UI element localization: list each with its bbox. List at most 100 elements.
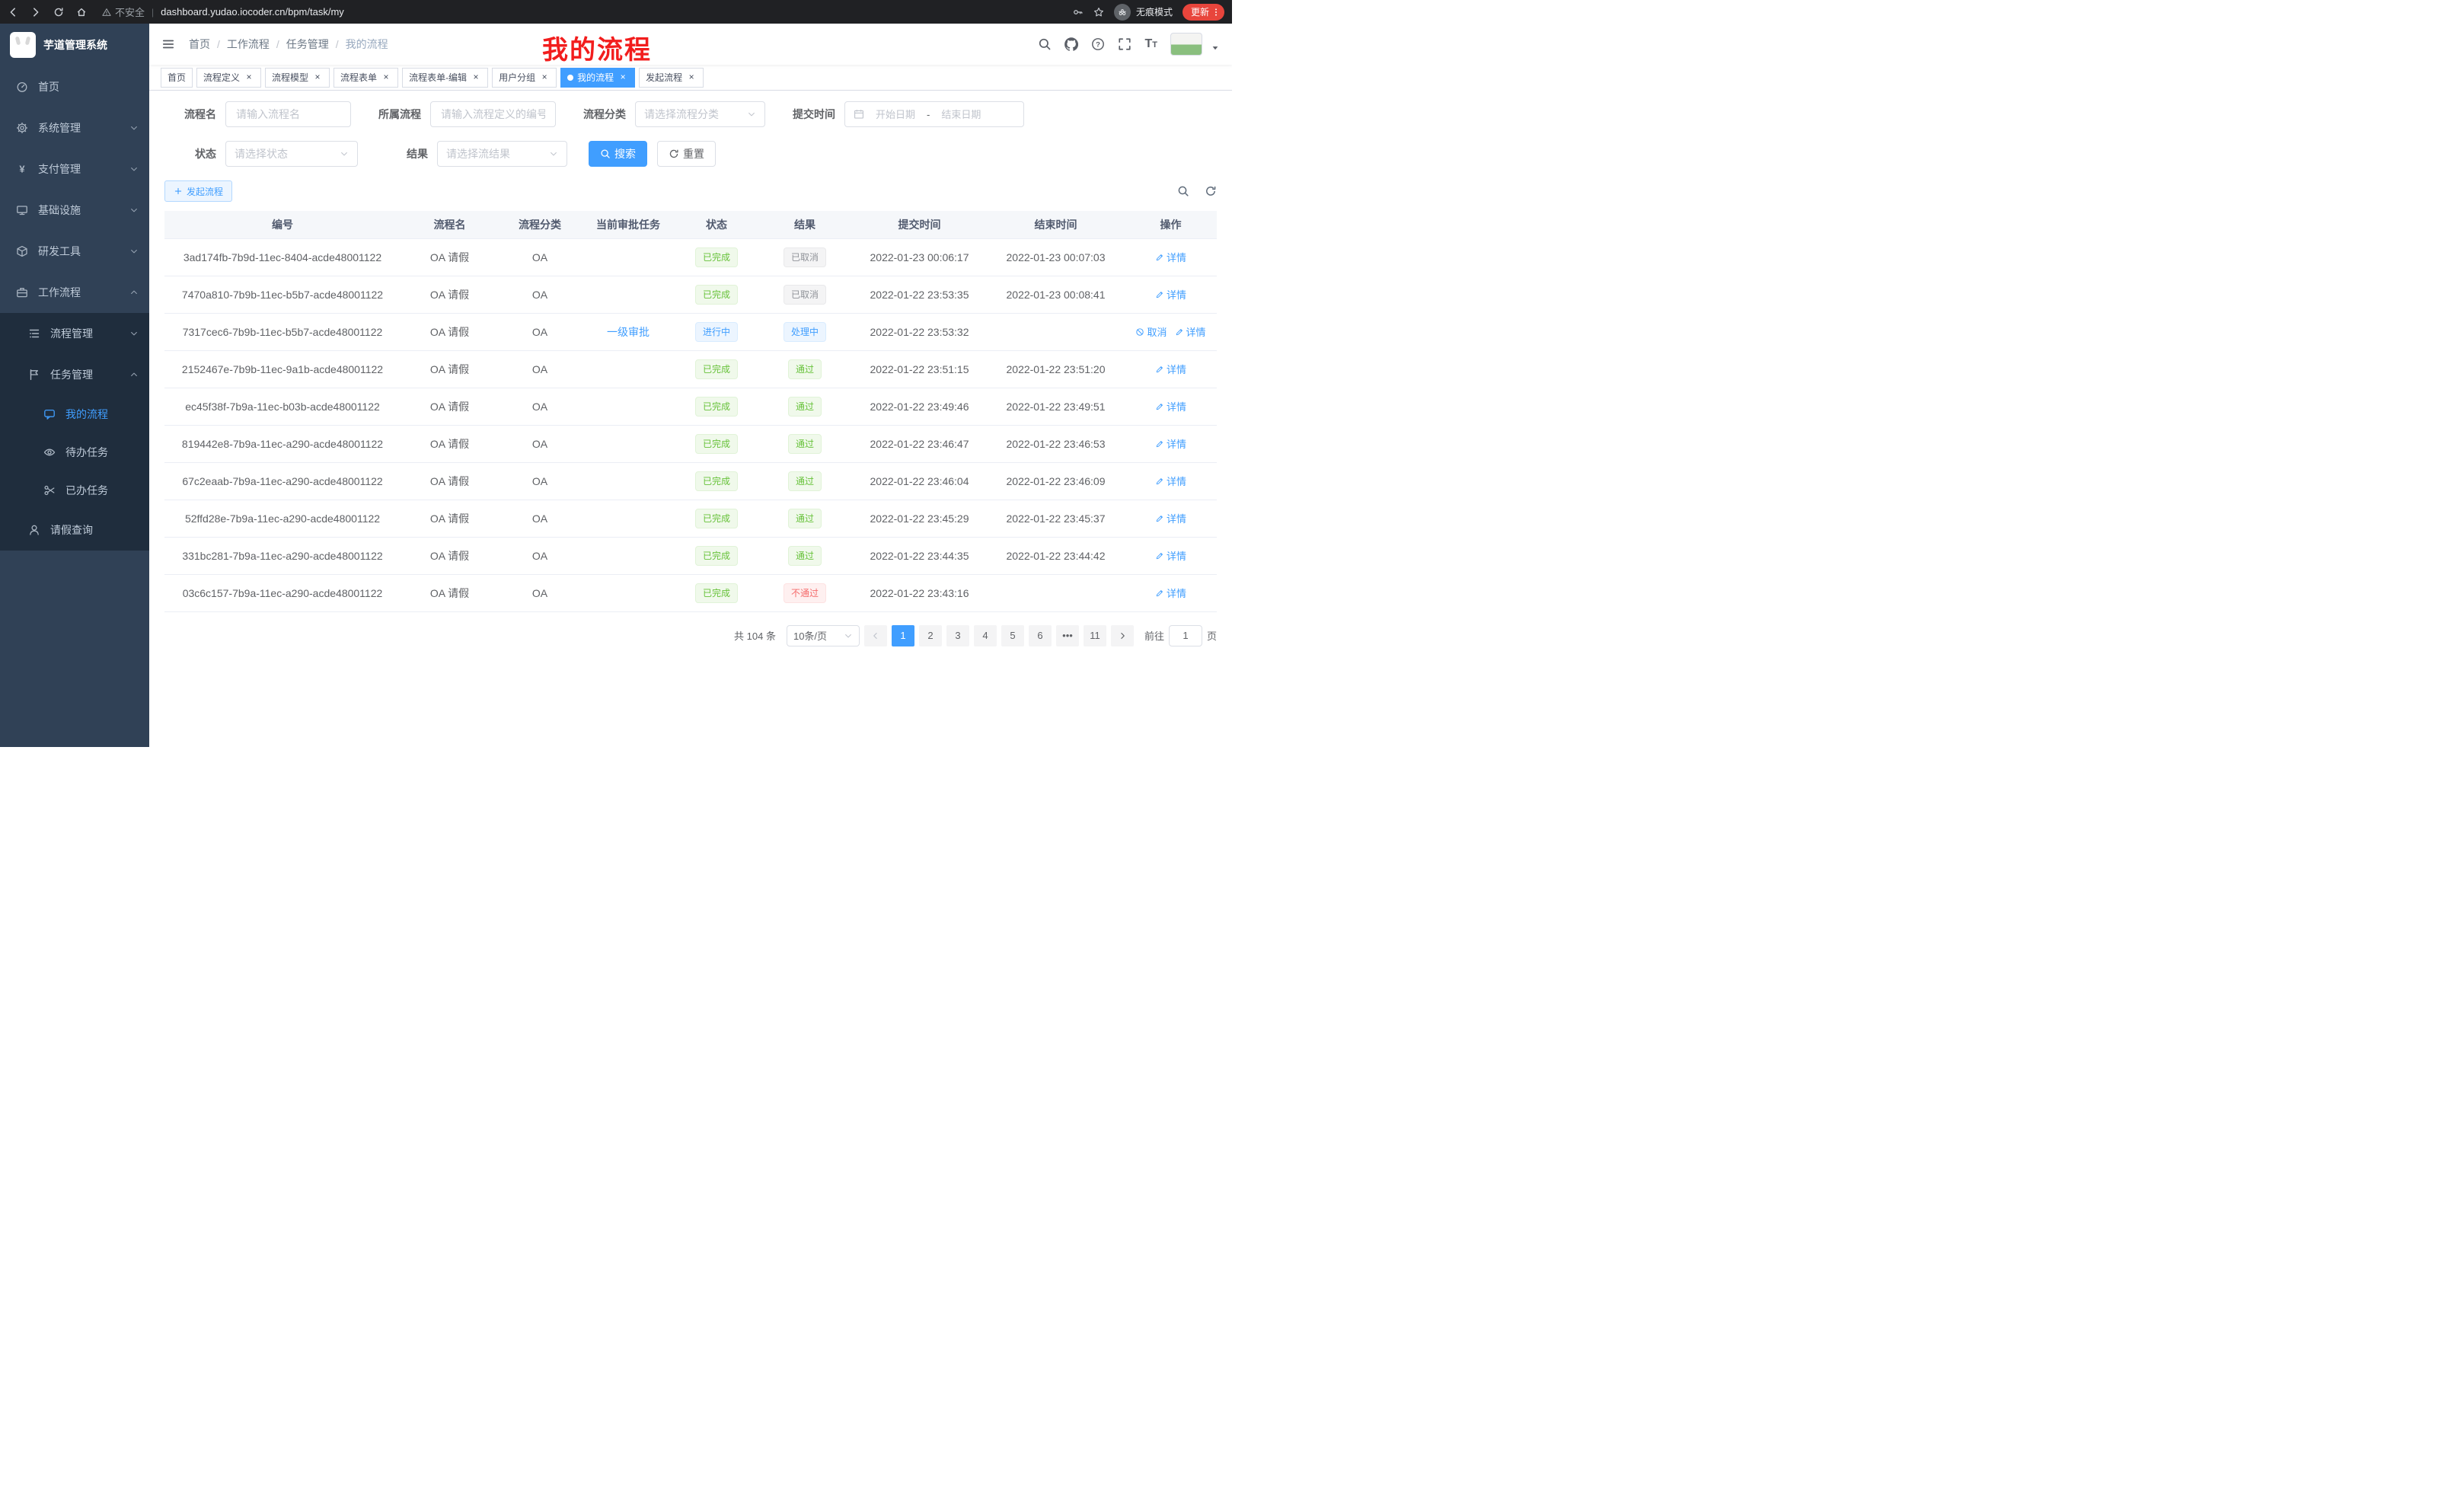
ban-icon <box>1135 327 1144 337</box>
cancel-link[interactable]: 取消 <box>1135 324 1167 339</box>
page-button[interactable]: 2 <box>919 625 942 646</box>
chevron-down-icon <box>340 149 349 158</box>
detail-link[interactable]: 详情 <box>1175 324 1206 339</box>
back-icon[interactable] <box>8 7 18 18</box>
detail-link[interactable]: 详情 <box>1155 586 1186 600</box>
page-button[interactable]: 3 <box>946 625 969 646</box>
browser-right: 无痕模式 更新 <box>1073 4 1224 21</box>
tab-process-form[interactable]: 流程表单× <box>334 68 398 88</box>
detail-link[interactable]: 详情 <box>1155 287 1186 302</box>
filter-row-2: 状态 请选择状态 结果 请选择流结果 <box>164 141 1217 167</box>
search-icon[interactable] <box>1038 37 1052 51</box>
github-icon[interactable] <box>1064 37 1078 51</box>
avatar[interactable] <box>1170 33 1202 56</box>
toggle-search-icon[interactable] <box>1177 185 1189 197</box>
table-row: 7317cec6-7b9b-11ec-b5b7-acde48001122 OA … <box>164 313 1217 350</box>
flag-icon <box>27 369 41 381</box>
date-range-picker[interactable]: - <box>844 101 1024 127</box>
close-icon[interactable]: × <box>471 72 481 83</box>
fullscreen-icon[interactable] <box>1118 37 1131 51</box>
tab-user-group[interactable]: 用户分组× <box>492 68 557 88</box>
prev-page-button[interactable] <box>864 625 887 646</box>
table-header-row: 编号 流程名 流程分类 当前审批任务 状态 结果 提交时间 结束时间 操作 <box>164 211 1217 238</box>
search-button[interactable]: 搜索 <box>589 141 647 167</box>
result-tag: 不通过 <box>784 583 826 603</box>
table-row: 03c6c157-7b9a-11ec-a290-acde48001122 OA … <box>164 574 1217 611</box>
status-select[interactable]: 请选择状态 <box>225 141 358 167</box>
hamburger-icon[interactable] <box>161 37 175 51</box>
sidebar-item-infrastructure[interactable]: 基础设施 <box>0 190 149 231</box>
address-bar[interactable]: 不安全 | dashboard.yudao.iocoder.cn/bpm/tas… <box>102 5 1073 19</box>
detail-link[interactable]: 详情 <box>1155 511 1186 525</box>
detail-link[interactable]: 详情 <box>1155 548 1186 563</box>
tab-home[interactable]: 首页 <box>161 68 193 88</box>
close-icon[interactable]: × <box>539 72 550 83</box>
detail-link[interactable]: 详情 <box>1155 474 1186 488</box>
breadcrumb-home[interactable]: 首页 <box>189 37 210 52</box>
tabs-bar: 首页 流程定义× 流程模型× 流程表单× 流程表单-编辑× 用户分组× 我的流程… <box>149 65 1232 91</box>
close-icon[interactable]: × <box>618 72 628 83</box>
help-icon[interactable] <box>1091 37 1105 51</box>
tab-process-form-edit[interactable]: 流程表单-编辑× <box>402 68 488 88</box>
update-button[interactable]: 更新 <box>1183 4 1224 21</box>
end-date-input <box>934 108 988 121</box>
star-icon[interactable] <box>1093 7 1104 18</box>
tab-process-definition[interactable]: 流程定义× <box>196 68 261 88</box>
breadcrumb-workflow[interactable]: 工作流程 <box>227 37 270 52</box>
table-row: 52ffd28e-7b9a-11ec-a290-acde48001122 OA … <box>164 500 1217 537</box>
start-process-button[interactable]: 发起流程 <box>164 180 232 202</box>
user-icon <box>27 524 41 536</box>
close-icon[interactable]: × <box>381 72 391 83</box>
status-tag: 已完成 <box>695 471 738 491</box>
key-icon[interactable] <box>1073 7 1084 18</box>
page-button[interactable]: 6 <box>1029 625 1052 646</box>
process-def-input[interactable] <box>430 101 556 127</box>
home-icon[interactable] <box>76 7 87 18</box>
tab-my-process[interactable]: 我的流程× <box>560 68 635 88</box>
tab-process-model[interactable]: 流程模型× <box>265 68 330 88</box>
next-page-button[interactable] <box>1111 625 1134 646</box>
sidebar-item-leave-query[interactable]: 请假查询 <box>0 509 149 551</box>
current-task-link[interactable]: 一级审批 <box>607 324 650 340</box>
close-icon[interactable]: × <box>312 72 323 83</box>
sidebar-item-process-management[interactable]: 流程管理 <box>0 313 149 354</box>
process-name-input[interactable] <box>225 101 351 127</box>
sidebar-item-done-tasks[interactable]: 已办任务 <box>0 471 149 509</box>
detail-link[interactable]: 详情 <box>1155 399 1186 413</box>
detail-link[interactable]: 详情 <box>1155 250 1186 264</box>
more-pages-button[interactable]: ••• <box>1056 625 1079 646</box>
result-select[interactable]: 请选择流结果 <box>437 141 567 167</box>
column-header: 状态 <box>675 211 758 238</box>
sidebar-item-task-management[interactable]: 任务管理 <box>0 354 149 395</box>
close-icon[interactable]: × <box>686 72 697 83</box>
font-size-icon[interactable]: TT <box>1144 38 1157 50</box>
page-button[interactable]: 4 <box>974 625 997 646</box>
caret-down-icon[interactable] <box>1211 43 1220 53</box>
tab-start-process[interactable]: 发起流程× <box>639 68 704 88</box>
close-icon[interactable]: × <box>244 72 254 83</box>
browser-menu-icon[interactable] <box>1211 8 1221 17</box>
page-size-select[interactable]: 10条/页 <box>787 625 860 646</box>
refresh-icon[interactable] <box>1205 185 1217 197</box>
sidebar-item-workflow[interactable]: 工作流程 <box>0 272 149 313</box>
goto-page-input[interactable] <box>1169 625 1202 646</box>
sidebar-item-payment[interactable]: 支付管理 <box>0 148 149 190</box>
sidebar-item-devtools[interactable]: 研发工具 <box>0 231 149 272</box>
sidebar-item-todo-tasks[interactable]: 待办任务 <box>0 433 149 471</box>
page-button[interactable]: 1 <box>892 625 914 646</box>
reset-button[interactable]: 重置 <box>657 141 716 167</box>
breadcrumb-task-management[interactable]: 任务管理 <box>286 37 329 52</box>
status-tag: 进行中 <box>695 322 738 342</box>
sidebar-item-system[interactable]: 系统管理 <box>0 107 149 148</box>
sidebar-item-home[interactable]: 首页 <box>0 66 149 107</box>
goto-suffix: 页 <box>1207 628 1217 643</box>
sidebar-item-my-process[interactable]: 我的流程 <box>0 395 149 433</box>
detail-link[interactable]: 详情 <box>1155 362 1186 376</box>
forward-icon[interactable] <box>30 7 41 18</box>
category-select[interactable]: 请选择流程分类 <box>635 101 765 127</box>
detail-link[interactable]: 详情 <box>1155 436 1186 451</box>
not-secure-warning[interactable]: 不安全 <box>102 5 145 19</box>
page-button[interactable]: 11 <box>1084 625 1106 646</box>
page-button[interactable]: 5 <box>1001 625 1024 646</box>
reload-icon[interactable] <box>53 7 64 18</box>
